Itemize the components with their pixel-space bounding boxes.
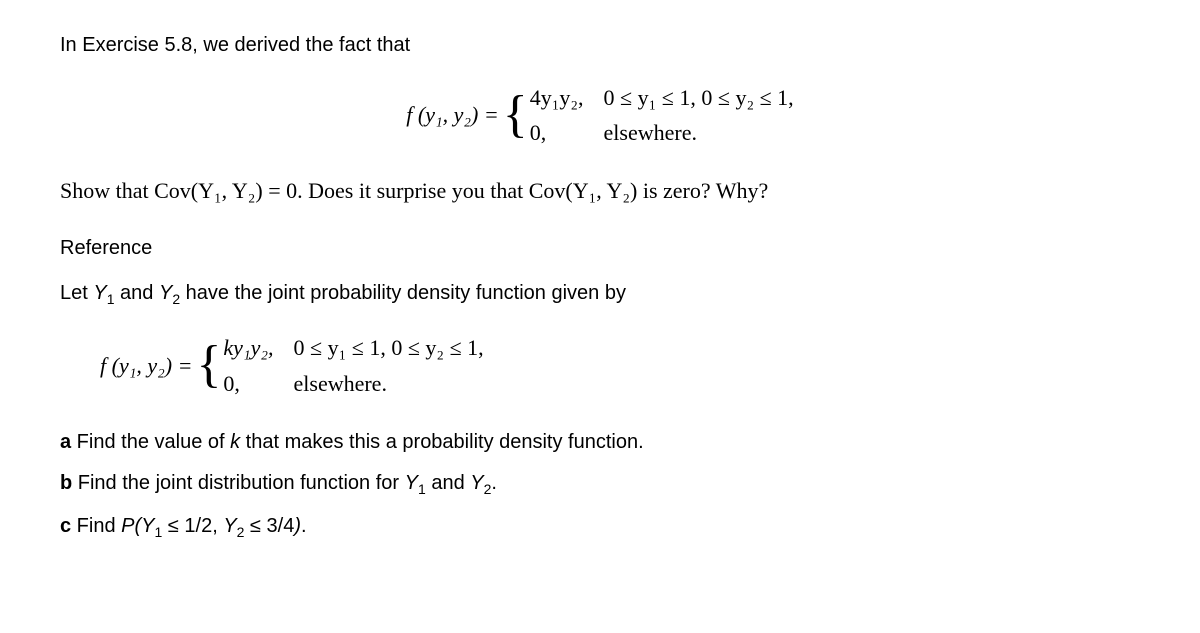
part-c-text: Find P(Y1 ≤ 1/2, Y2 ≤ 3/4). [71,515,306,537]
part-c: c Find P(Y1 ≤ 1/2, Y2 ≤ 3/4). [60,515,1140,540]
pdf1-case2-expr: 0, [530,115,604,150]
reference-label: Reference [60,237,152,259]
left-brace-icon: { [503,92,528,139]
pdf2-lhs: f (y₁, y₂) = [100,353,192,379]
part-c-label: c [60,515,71,537]
part-b-label: b [60,472,72,494]
pdf1-case2-cond: elsewhere. [604,115,794,150]
part-a: a Find the value of k that makes this a … [60,431,1140,454]
pdf2-case1-cond: 0 ≤ y₁ ≤ 1, 0 ≤ y₂ ≤ 1, [294,330,484,365]
pdf1-lhs: f (y₁, y₂) = [406,102,498,128]
pdf1-case1-cond: 0 ≤ y₁ ≤ 1, 0 ≤ y₂ ≤ 1, [604,80,794,115]
reference-text: Let Y1 and Y2 have the joint probability… [60,282,626,304]
pdf2-case2-expr: 0, [223,366,293,401]
part-a-text: Find the value of k that makes this a pr… [71,431,644,453]
left-brace-icon-2: { [196,342,221,389]
pdf1-case1-expr: 4y₁y₂, [530,80,604,115]
pdf2-case1-expr: ky₁y₂, [223,330,293,365]
pdf1-equation: f (y₁, y₂) = { 4y₁y₂, 0 ≤ y₁ ≤ 1, 0 ≤ y₂… [60,80,1140,150]
question-span: Show that Cov(Y₁, Y₂) = 0. Does it surpr… [60,178,768,203]
intro-text: In Exercise 5.8, we derived the fact tha… [60,30,1140,60]
reference-text-line: Let Y1 and Y2 have the joint probability… [60,278,1140,310]
question-text: Show that Cov(Y₁, Y₂) = 0. Does it surpr… [60,174,1140,207]
part-b: b Find the joint distribution function f… [60,472,1140,497]
intro-span: In Exercise 5.8, we derived the fact tha… [60,34,410,56]
pdf2-equation: f (y₁, y₂) = { ky₁y₂, 0 ≤ y₁ ≤ 1, 0 ≤ y₂… [100,330,1140,400]
question-list: a Find the value of k that makes this a … [60,431,1140,540]
part-b-text: Find the joint distribution function for… [72,472,497,494]
pdf2-case2-cond: elsewhere. [294,366,484,401]
part-a-label: a [60,431,71,453]
reference-heading: Reference [60,237,1140,260]
